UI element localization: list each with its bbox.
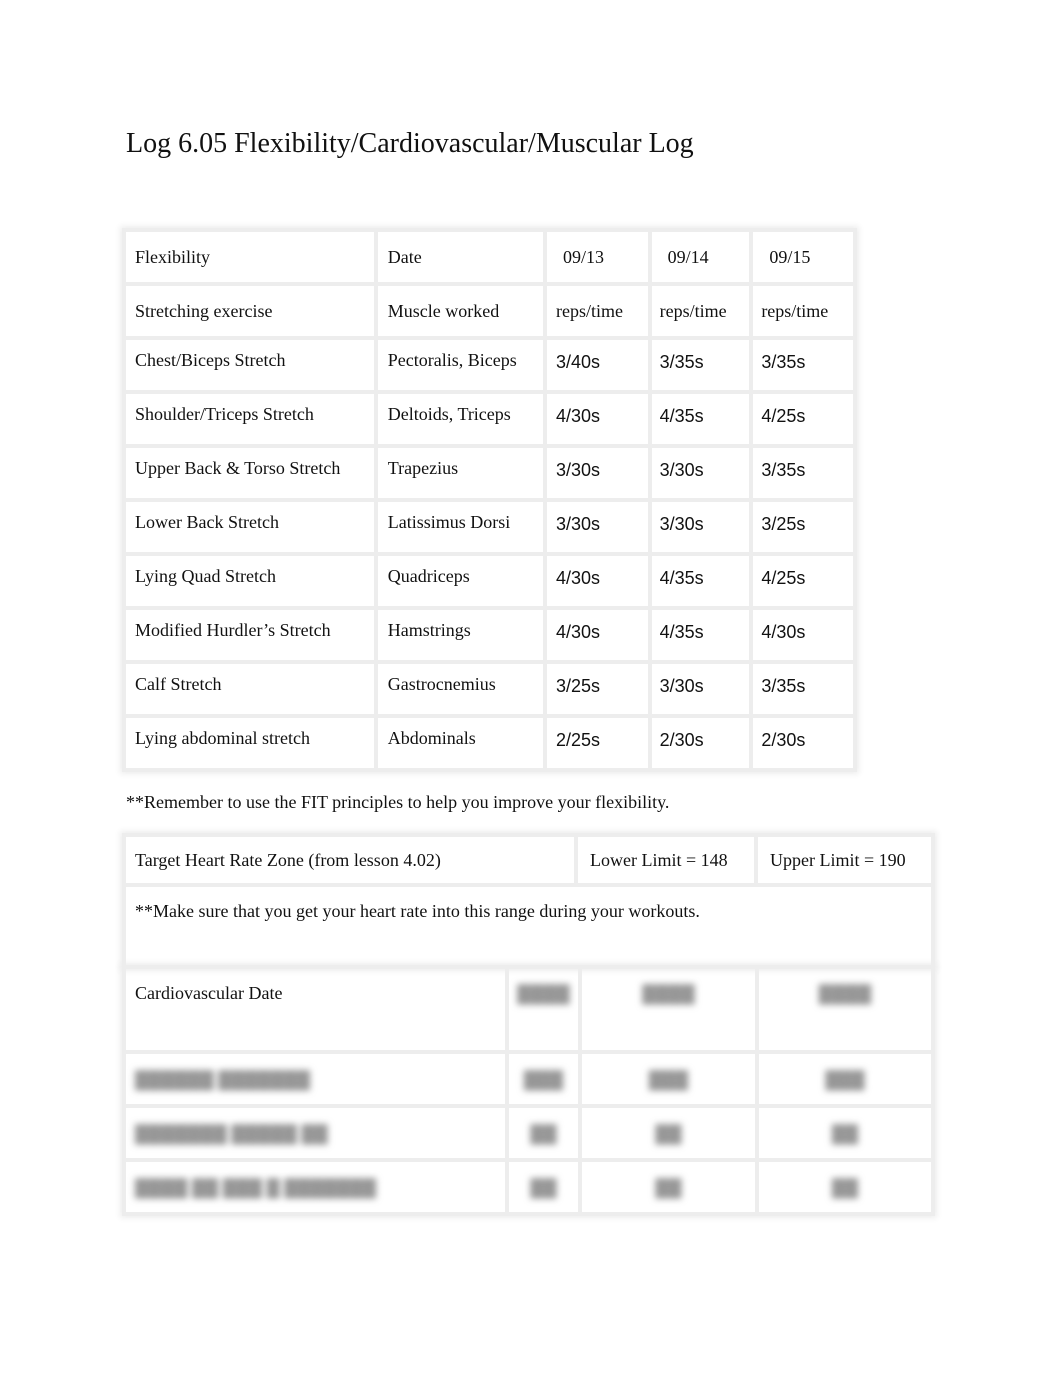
reps-time-value: 4/35s [647, 390, 754, 448]
muscle-worked: Trapezius [373, 444, 547, 502]
cardio-row: ▓▓▓▓▓▓ ▓▓▓▓▓▓▓ ▓▓▓ ▓▓▓ ▓▓▓ [122, 1050, 935, 1108]
exercise-name: Calf Stretch [122, 660, 378, 718]
reps-time-value: 3/30s [647, 660, 754, 718]
document-title: Log 6.05 Flexibility/Cardiovascular/Musc… [126, 128, 694, 159]
obscured-value: ▓▓ [655, 1122, 682, 1143]
reps-time-value: 4/35s [647, 606, 754, 664]
reps-time-value: 3/35s [647, 336, 754, 394]
obscured-value: ▓▓ [530, 1176, 557, 1197]
reps-time-value: 2/30s [749, 714, 857, 772]
reps-time-value: 3/30s [542, 444, 652, 502]
heart-rate-zone-row: Target Heart Rate Zone (from lesson 4.02… [122, 833, 935, 887]
obscured-value: ▓▓ [530, 1122, 557, 1143]
reps-time-value: 3/25s [749, 498, 857, 556]
obscured-value: ▓▓▓ [523, 1068, 564, 1089]
reps-time-value: 3/35s [749, 660, 857, 718]
cardio-row: ▓▓▓▓ ▓▓ ▓▓▓ ▓ ▓▓▓▓▓▓▓ ▓▓ ▓▓ ▓▓ [122, 1158, 935, 1216]
heart-rate-note-row: **Make sure that you get your heart rate… [122, 883, 935, 969]
exercise-name: Shoulder/Triceps Stretch [122, 390, 378, 448]
exercise-column-header: Stretching exercise [122, 282, 378, 340]
flexibility-row: Lying Quad Stretch Quadriceps 4/30s 4/35s 4/… [122, 552, 857, 610]
heart-rate-note: **Make sure that you get your heart rate… [122, 883, 935, 969]
exercise-name: Chest/Biceps Stretch [122, 336, 378, 394]
date-header: 09/15 [749, 228, 857, 286]
muscle-worked: Quadriceps [373, 552, 547, 610]
reps-time-value: 3/30s [542, 498, 652, 556]
reps-time-value: 3/30s [647, 498, 754, 556]
obscured-value: ▓▓▓ [648, 1068, 689, 1089]
reps-time-value: 2/30s [647, 714, 754, 772]
flexibility-row: Lying abdominal stretch Abdominals 2/25s 2/… [122, 714, 857, 772]
reps-time-value: 4/30s [749, 606, 857, 664]
exercise-name: Lying Quad Stretch [122, 552, 378, 610]
reps-time-value: 3/30s [647, 444, 754, 502]
muscle-worked: Gastrocnemius [373, 660, 547, 718]
muscle-worked: Abdominals [373, 714, 547, 772]
muscle-worked: Deltoids, Triceps [373, 390, 547, 448]
date-header: 09/13 [542, 228, 652, 286]
flexibility-header-row: Flexibility Date 09/13 09/14 09/15 [122, 228, 857, 286]
flexibility-note: **Remember to use the FIT principles to … [126, 792, 670, 812]
muscle-worked: Pectoralis, Biceps [373, 336, 547, 394]
flexibility-row: Upper Back & Torso Stretch Trapezius 3/30s… [122, 444, 857, 502]
obscured-row-label: ▓▓▓▓ ▓▓ ▓▓▓ ▓ ▓▓▓▓▓▓▓ [135, 1176, 377, 1197]
exercise-name: Modified Hurdler’s Stretch [122, 606, 378, 664]
cardio-table: Cardiovascular Date ▓▓▓▓ ▓▓▓▓ ▓▓▓▓ ▓▓▓▓▓… [122, 965, 935, 1216]
reps-time-value: 4/35s [647, 552, 754, 610]
obscured-date: ▓▓▓▓ [818, 983, 872, 1003]
cardio-row: ▓▓▓▓▓▓▓ ▓▓▓▓▓ ▓▓ ▓▓ ▓▓ ▓▓ [122, 1104, 935, 1162]
obscured-row-label: ▓▓▓▓▓▓▓ ▓▓▓▓▓ ▓▓ [135, 1122, 328, 1143]
obscured-value: ▓▓ [831, 1176, 859, 1197]
reps-time-value: 3/35s [749, 336, 857, 394]
muscle-column-header: Muscle worked [373, 282, 547, 340]
exercise-name: Upper Back & Torso Stretch [122, 444, 378, 502]
obscured-value: ▓▓▓ [825, 1068, 865, 1089]
flexibility-row: Chest/Biceps Stretch Pectoralis, Biceps 3/… [122, 336, 857, 394]
flexibility-row: Calf Stretch Gastrocnemius 3/25s 3/30s 3/35s [122, 660, 857, 718]
heart-rate-table: Target Heart Rate Zone (from lesson 4.02… [122, 833, 935, 969]
lower-limit: Lower Limit = 148 [574, 833, 758, 887]
cardio-date-label: Cardiovascular Date [122, 965, 509, 1054]
reps-time-value: 4/30s [542, 606, 652, 664]
flexibility-label: Flexibility [122, 228, 378, 286]
obscured-date: ▓▓▓▓ [517, 983, 570, 1003]
exercise-name: Lower Back Stretch [122, 498, 378, 556]
metric-column-header: reps/time [647, 282, 754, 340]
flexibility-row: Modified Hurdler’s Stretch Hamstrings 4/30… [122, 606, 857, 664]
reps-time-value: 4/25s [749, 390, 857, 448]
flexibility-row: Shoulder/Triceps Stretch Deltoids, Tricep… [122, 390, 857, 448]
reps-time-value: 4/30s [542, 552, 652, 610]
reps-time-value: 4/30s [542, 390, 652, 448]
heart-rate-zone-label: Target Heart Rate Zone (from lesson 4.02… [122, 833, 578, 887]
exercise-name: Lying abdominal stretch [122, 714, 378, 772]
reps-time-value: 3/25s [542, 660, 652, 718]
obscured-row-label: ▓▓▓▓▓▓ ▓▓▓▓▓▓▓ [135, 1068, 311, 1089]
reps-time-value: 3/35s [749, 444, 857, 502]
cardio-header-row: Cardiovascular Date ▓▓▓▓ ▓▓▓▓ ▓▓▓▓ [122, 965, 935, 1054]
flexibility-row: Lower Back Stretch Latissimus Dorsi 3/30s 3… [122, 498, 857, 556]
flexibility-subheader-row: Stretching exercise Muscle worked reps/t… [122, 282, 857, 340]
metric-column-header: reps/time [749, 282, 857, 340]
date-header: 09/14 [647, 228, 754, 286]
obscured-date: ▓▓▓▓ [642, 983, 695, 1003]
obscured-value: ▓▓ [655, 1176, 682, 1197]
reps-time-value: 2/25s [542, 714, 652, 772]
date-label: Date [373, 228, 547, 286]
obscured-value: ▓▓ [831, 1122, 859, 1143]
reps-time-value: 3/40s [542, 336, 652, 394]
flexibility-table: Flexibility Date 09/13 09/14 09/15 Stret… [122, 228, 857, 772]
reps-time-value: 4/25s [749, 552, 857, 610]
upper-limit: Upper Limit = 190 [754, 833, 935, 887]
muscle-worked: Latissimus Dorsi [373, 498, 547, 556]
muscle-worked: Hamstrings [373, 606, 547, 664]
metric-column-header: reps/time [542, 282, 652, 340]
